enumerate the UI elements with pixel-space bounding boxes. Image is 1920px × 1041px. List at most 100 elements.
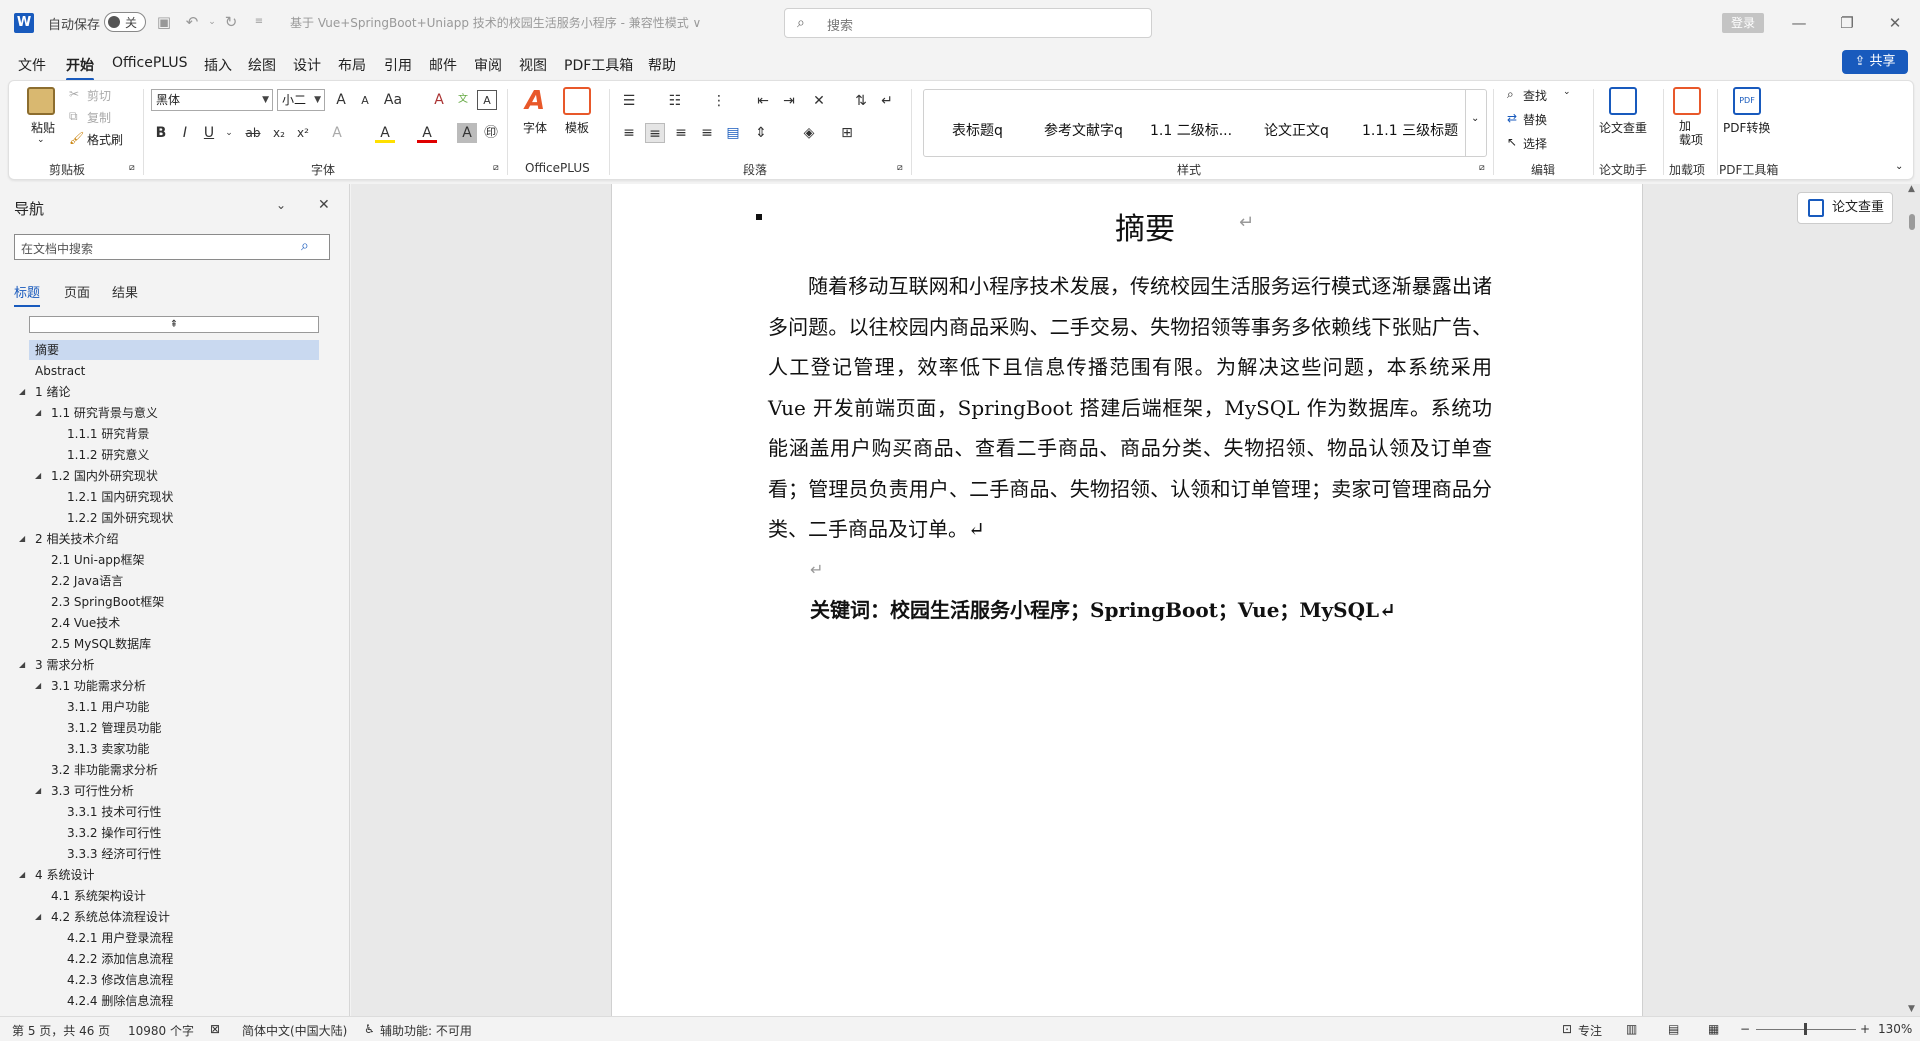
line-spacing-icon[interactable]: ⇕ bbox=[751, 123, 771, 143]
expand-triangle-icon[interactable]: ◢ bbox=[35, 781, 41, 801]
vertical-scrollbar[interactable]: ▲ ▼ bbox=[1905, 184, 1920, 1016]
tab-draw[interactable]: 绘图 bbox=[248, 55, 276, 75]
nav-heading-item[interactable]: 3.1.2 管理员功能 bbox=[29, 718, 319, 738]
redo-icon[interactable]: ↻ bbox=[222, 13, 240, 31]
nav-heading-item[interactable]: 1.2.1 国内研究现状 bbox=[29, 487, 319, 507]
scroll-up-icon[interactable]: ▲ bbox=[1908, 184, 1915, 194]
keywords-line[interactable]: 关键词：校园生活服务小程序；SpringBoot；Vue；MySQL↵ bbox=[810, 594, 1396, 623]
pdf-convert-button[interactable]: PDF转换 bbox=[1723, 119, 1770, 136]
nav-options-icon[interactable]: ⌄ bbox=[276, 198, 286, 212]
collapse-ribbon-icon[interactable]: ⌄ bbox=[1895, 161, 1903, 172]
web-layout-icon[interactable]: ▦ bbox=[1708, 1022, 1719, 1036]
nav-heading-item[interactable]: 2.1 Uni-app框架 bbox=[29, 550, 319, 570]
nav-heading-item[interactable]: 2.2 Java语言 bbox=[29, 571, 319, 591]
text-effects-icon[interactable]: A bbox=[327, 123, 347, 143]
replace-button[interactable]: 替换 bbox=[1523, 111, 1547, 128]
tab-layout[interactable]: 布局 bbox=[338, 55, 366, 75]
tab-home[interactable]: 开始 bbox=[66, 55, 94, 81]
close-icon[interactable]: ✕ bbox=[318, 197, 330, 213]
officeplus-font-icon[interactable]: A bbox=[521, 87, 549, 115]
document-heading[interactable]: 摘要 bbox=[1115, 204, 1175, 248]
pinyin-icon[interactable]: 文 bbox=[453, 90, 473, 110]
thesis-check-icon[interactable] bbox=[1609, 87, 1637, 115]
clear-format-icon[interactable]: A bbox=[429, 90, 449, 110]
multilevel-list-icon[interactable]: ⋮ bbox=[709, 91, 729, 111]
enclose-char-icon[interactable]: ㊞ bbox=[481, 123, 501, 143]
find-button[interactable]: 查找 bbox=[1523, 87, 1547, 104]
nav-tab-pages[interactable]: 页面 bbox=[64, 282, 90, 301]
nav-heading-item[interactable]: ◢ 3 需求分析 bbox=[19, 655, 319, 675]
subscript-button[interactable]: x₂ bbox=[269, 123, 289, 143]
nav-heading-item[interactable]: 4.2.4 删除信息流程 bbox=[29, 991, 319, 1011]
tab-officeplus[interactable]: OfficePLUS bbox=[112, 55, 188, 71]
char-shading-icon[interactable]: A bbox=[457, 123, 477, 143]
justify-icon[interactable]: ≡ bbox=[697, 123, 717, 143]
change-case-button[interactable]: Aa bbox=[383, 90, 403, 110]
nav-heading-item[interactable]: 3.3.2 操作可行性 bbox=[29, 823, 319, 843]
decrease-indent-icon[interactable]: ⇤ bbox=[753, 91, 773, 111]
zoom-out-icon[interactable]: − bbox=[1740, 1022, 1750, 1036]
thesis-check-button[interactable]: 论文查重 bbox=[1599, 119, 1647, 136]
expand-triangle-icon[interactable]: ◢ bbox=[35, 907, 41, 927]
save-icon[interactable]: ▣ bbox=[155, 13, 173, 31]
collapse-all-bar[interactable]: ⇞ bbox=[29, 316, 319, 333]
nav-heading-item[interactable]: 2.4 Vue技术 bbox=[29, 613, 319, 633]
nav-search-input[interactable]: 在文档中搜索 ⌕ bbox=[14, 234, 330, 260]
autosave-toggle[interactable]: 关 bbox=[104, 12, 146, 32]
expand-triangle-icon[interactable]: ◢ bbox=[19, 865, 25, 885]
customize-qat-icon[interactable]: ≡ bbox=[250, 13, 268, 31]
document-title[interactable]: 基于 Vue+SpringBoot+Uniapp 技术的校园生活服务小程序 - … bbox=[290, 14, 701, 31]
grow-font-icon[interactable]: A bbox=[331, 90, 351, 110]
proofing-icon[interactable]: ⊠ bbox=[210, 1022, 220, 1036]
style-item[interactable]: 论文正文q bbox=[1264, 120, 1329, 140]
paste-icon[interactable] bbox=[27, 87, 55, 115]
char-border-icon[interactable]: A bbox=[477, 90, 497, 110]
abstract-paragraph[interactable]: 随着移动互联网和小程序技术发展，传统校园生活服务运行模式逐渐暴露出诸多问题。以往… bbox=[768, 266, 1492, 550]
tab-review[interactable]: 审阅 bbox=[474, 55, 502, 75]
nav-heading-item[interactable]: ◢ 2 相关技术介绍 bbox=[19, 529, 319, 549]
zoom-in-icon[interactable]: + bbox=[1860, 1022, 1870, 1036]
select-button[interactable]: 选择 bbox=[1523, 135, 1547, 152]
undo-icon[interactable]: ↶ bbox=[183, 13, 201, 31]
zoom-level[interactable]: 130% bbox=[1878, 1022, 1912, 1036]
nav-heading-item[interactable]: 3.3.1 技术可行性 bbox=[29, 802, 319, 822]
align-right-icon[interactable]: ≡ bbox=[671, 123, 691, 143]
expand-triangle-icon[interactable]: ◢ bbox=[35, 403, 41, 423]
document-page[interactable]: 摘要 ↵ 随着移动互联网和小程序技术发展，传统校园生活服务运行模式逐渐暴露出诸多… bbox=[611, 184, 1643, 1016]
paste-dropdown-icon[interactable]: ⌄ bbox=[37, 135, 45, 145]
bullets-icon[interactable]: ☰ bbox=[619, 91, 639, 111]
copy-button[interactable]: 复制 bbox=[87, 109, 111, 126]
login-button[interactable]: 登录 bbox=[1722, 13, 1764, 33]
styles-more-button[interactable]: ⌄ bbox=[1465, 89, 1487, 157]
highlight-icon[interactable]: A bbox=[375, 123, 395, 143]
font-launcher-icon[interactable]: ⧄ bbox=[493, 163, 499, 173]
search-box[interactable]: ⌕ 搜索 bbox=[784, 8, 1152, 38]
expand-triangle-icon[interactable]: ◢ bbox=[35, 676, 41, 696]
template-icon[interactable] bbox=[563, 87, 591, 115]
nav-heading-item[interactable]: 3.3.3 经济可行性 bbox=[29, 844, 319, 864]
font-name-box[interactable]: 黑体 ▼ bbox=[151, 89, 273, 111]
nav-heading-item[interactable]: 2.3 SpringBoot框架 bbox=[29, 592, 319, 612]
cut-button[interactable]: 剪切 bbox=[87, 87, 111, 104]
nav-heading-item[interactable]: ◢ 1.2 国内外研究现状 bbox=[29, 466, 319, 486]
paste-button[interactable]: 粘贴 bbox=[31, 119, 55, 136]
read-mode-icon[interactable]: ▥ bbox=[1626, 1022, 1637, 1036]
nav-heading-item[interactable]: 3.1.3 卖家功能 bbox=[29, 739, 319, 759]
nav-heading-item[interactable]: 4.1 系统架构设计 bbox=[29, 886, 319, 906]
expand-triangle-icon[interactable]: ◢ bbox=[19, 529, 25, 549]
addins-button[interactable]: 加 载项 bbox=[1679, 119, 1703, 147]
tab-references[interactable]: 引用 bbox=[384, 55, 412, 75]
zoom-slider-thumb[interactable] bbox=[1804, 1023, 1807, 1035]
nav-heading-item[interactable]: 3.2 非功能需求分析 bbox=[29, 760, 319, 780]
style-item[interactable]: 1.1 二级标... bbox=[1150, 120, 1232, 140]
nav-tab-headings[interactable]: 标题 bbox=[14, 282, 41, 307]
expand-triangle-icon[interactable]: ◢ bbox=[35, 466, 41, 486]
thesis-check-side-button[interactable]: 论文查重 bbox=[1797, 192, 1893, 224]
nav-heading-item[interactable]: 4.2.3 修改信息流程 bbox=[29, 970, 319, 990]
nav-heading-item[interactable]: ◢ 4 系统设计 bbox=[19, 865, 319, 885]
nav-heading-item[interactable]: ◢ 1.1 研究背景与意义 bbox=[29, 403, 319, 423]
tab-insert[interactable]: 插入 bbox=[204, 55, 232, 75]
italic-button[interactable]: I bbox=[175, 123, 195, 143]
shrink-font-icon[interactable]: A bbox=[355, 91, 375, 111]
numbering-icon[interactable]: ☷ bbox=[665, 91, 685, 111]
